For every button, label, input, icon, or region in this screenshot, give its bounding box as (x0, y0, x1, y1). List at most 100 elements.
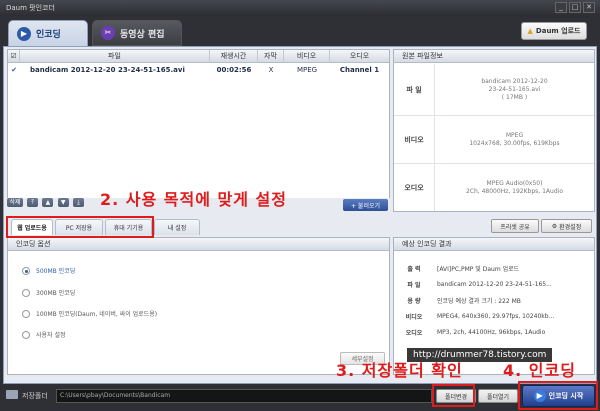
preset-share-button[interactable]: 프리셋 공유 (491, 219, 539, 233)
result-size-label: 용 량 (407, 298, 421, 305)
close-icon[interactable]: ✕ (583, 2, 595, 13)
tab-web-upload[interactable]: 웹 업로드용 (11, 219, 53, 235)
source-audio-label: 오디오 (404, 183, 424, 192)
radio-custom[interactable] (22, 330, 30, 339)
open-folder-label: 폴더열기 (486, 393, 510, 401)
result-size-value: 인코딩 예상 결과 크기 : 222 MB (437, 298, 521, 305)
file-row-checkbox[interactable]: ✔ (8, 66, 20, 74)
col-video[interactable]: 비디오 (284, 49, 330, 63)
col-file[interactable]: 파일 (20, 49, 210, 63)
source-info-panel: 원본 파일정보 파 일 bandicam 2012-12-20 23-24-51… (393, 49, 595, 212)
option-300mb-label: 300MB 인코딩 (36, 290, 76, 297)
select-all-checkbox[interactable]: ☑ (8, 49, 20, 63)
source-video-label: 비디오 (404, 135, 424, 144)
move-up-icon[interactable]: ▲ (42, 198, 54, 207)
move-bottom-icon[interactable]: ⤓ (72, 198, 84, 207)
source-file-label: 파 일 (406, 85, 422, 94)
source-audio-line2: 2Ch, 48000Hz, 192Kbps, 1Audio (465, 187, 563, 195)
result-size-row: 용 량 인코딩 예상 결과 크기 : 222 MB (394, 294, 594, 307)
tab-my-settings-label: 내 설정 (167, 225, 187, 232)
start-encoding-button[interactable]: ▶ 인코딩 시작 (522, 385, 595, 407)
move-top-icon[interactable]: ⤒ (27, 198, 39, 207)
tab-pc-save-label: PC 저장용 (65, 225, 93, 232)
col-duration[interactable]: 재생시간 (210, 49, 258, 63)
result-header: 예상 인코딩 결과 (394, 238, 594, 251)
source-file-row: 파 일 bandicam 2012-12-20 23-24-51-165.avi… (394, 64, 594, 116)
result-audio-value: MP3, 2ch, 44100Hz, 96kbps, 1Audio (437, 329, 546, 336)
start-encoding-label: 인코딩 시작 (548, 392, 584, 400)
source-video-line2: 1024x768, 30.00fps, 619Kbps (469, 139, 560, 147)
source-video-value: MPEG 1024x768, 30.00fps, 619Kbps (434, 116, 594, 163)
result-file-row: 파 일 bandicam 2012-12-20 23-24-51-165... (394, 278, 594, 291)
tab-mobile[interactable]: 휴대 기기용 (105, 219, 152, 235)
move-down-icon[interactable]: ▼ (57, 198, 69, 207)
option-custom-label: 사용자 설정 (36, 332, 66, 339)
result-file-value: bandicam 2012-12-20 23-24-51-165... (437, 281, 552, 288)
source-audio-line1: MPEG Audio(0x50) (486, 179, 543, 187)
result-video-value: MPEG4, 640x360, 29.97fps, 10240kb... (437, 313, 555, 320)
minimize-icon[interactable]: _ (555, 2, 567, 13)
option-100mb-label: 100MB 인코딩(Daum, 네이버, 싸이 업로드용) (36, 311, 158, 318)
source-audio-value: MPEG Audio(0x50) 2Ch, 48000Hz, 192Kbps, … (434, 164, 594, 211)
radio-500mb[interactable] (22, 266, 30, 275)
change-folder-button[interactable]: 폴더변경 (436, 389, 476, 403)
upload-icon: ▲ (527, 27, 533, 35)
change-folder-label: 폴더변경 (444, 393, 468, 401)
encoding-icon: ▶ (17, 26, 31, 41)
radio-300mb[interactable] (22, 288, 30, 297)
preset-share-label: 프리셋 공유 (500, 223, 530, 231)
file-video: MPEG (296, 65, 318, 74)
file-subtitle: X (268, 65, 274, 74)
settings-button[interactable]: ⚙ 환경설정 (541, 219, 592, 233)
add-file-label: + 불러오기 (350, 202, 380, 210)
file-duration: 00:02:56 (216, 65, 252, 74)
annotation-step2: 2. 사용 목적에 맞게 설정 (100, 190, 287, 209)
tab-web-upload-label: 웹 업로드용 (17, 225, 47, 232)
tab-pc-save[interactable]: PC 저장용 (55, 219, 103, 235)
folder-icon (6, 390, 18, 399)
result-output-value: [AVI]PC,PMP 및 Daum 업로드 (437, 266, 520, 273)
result-audio-label: 오디오 (405, 330, 423, 337)
option-300mb[interactable]: 300MB 인코딩 (22, 288, 75, 297)
file-audio: Channel 1 (339, 65, 380, 74)
file-row[interactable]: ✔ bandicam 2012-12-20 23-24-51-165.avi 0… (8, 63, 389, 76)
source-file-line2: 23-24-51-165.avi (488, 85, 541, 93)
option-100mb[interactable]: 100MB 인코딩(Daum, 네이버, 싸이 업로드용) (22, 309, 157, 318)
source-file-line3: ( 17MB ) (501, 93, 528, 101)
watermark: http://drummer78.tistory.com (407, 348, 553, 362)
result-output-row: 출 력 [AVI]PC,PMP 및 Daum 업로드 (394, 262, 594, 275)
col-audio[interactable]: 오디오 (330, 50, 389, 63)
result-file-label: 파 일 (407, 282, 421, 289)
gear-icon: ⚙ (551, 222, 558, 230)
maximize-icon[interactable]: □ (569, 2, 581, 13)
file-name: bandicam 2012-12-20 23-24-51-165.avi (30, 65, 185, 74)
result-video-row: 비디오 MPEG4, 640x360, 29.97fps, 10240kb... (394, 310, 594, 323)
delete-button[interactable]: 삭제 (7, 198, 23, 207)
source-file-line1: bandicam 2012-12-20 (481, 77, 548, 85)
col-subtitle[interactable]: 자막 (258, 49, 284, 63)
tab-video-edit-label: 동영상 편집 (120, 29, 165, 40)
edit-icon: ✂ (101, 26, 115, 40)
tab-encoding[interactable]: ▶ 인코딩 (8, 20, 88, 46)
tab-encoding-label: 인코딩 (36, 30, 61, 40)
add-file-button[interactable]: + 불러오기 (343, 199, 388, 211)
save-folder-label: 저장폴더 (22, 392, 48, 400)
play-icon: ▶ (533, 390, 546, 402)
option-500mb-label: 500MB 인코딩 (36, 268, 76, 275)
source-video-row: 비디오 MPEG 1024x768, 30.00fps, 619Kbps (394, 116, 594, 164)
tab-bar (0, 16, 600, 46)
tab-my-settings[interactable]: 내 설정 (154, 219, 200, 235)
option-500mb[interactable]: 500MB 인코딩 (22, 266, 75, 275)
tab-video-edit[interactable]: ✂ 동영상 편집 (92, 20, 182, 46)
tab-mobile-label: 휴대 기기용 (113, 225, 144, 232)
radio-100mb[interactable] (22, 309, 30, 318)
result-output-label: 출 력 (407, 266, 421, 273)
option-custom[interactable]: 사용자 설정 (22, 330, 66, 339)
result-video-label: 비디오 (405, 314, 423, 321)
open-folder-button[interactable]: 폴더열기 (478, 389, 518, 403)
source-file-value: bandicam 2012-12-20 23-24-51-165.avi ( 1… (434, 64, 594, 115)
result-audio-row: 오디오 MP3, 2ch, 44100Hz, 96kbps, 1Audio (394, 326, 594, 339)
daum-upload-button[interactable]: ▲ Daum 업로드 (521, 22, 587, 40)
save-path-field[interactable]: C:\Users\pbay\Documents\Bandicam (56, 389, 432, 403)
file-table-header: ☑ 파일 재생시간 자막 비디오 오디오 (8, 49, 389, 63)
